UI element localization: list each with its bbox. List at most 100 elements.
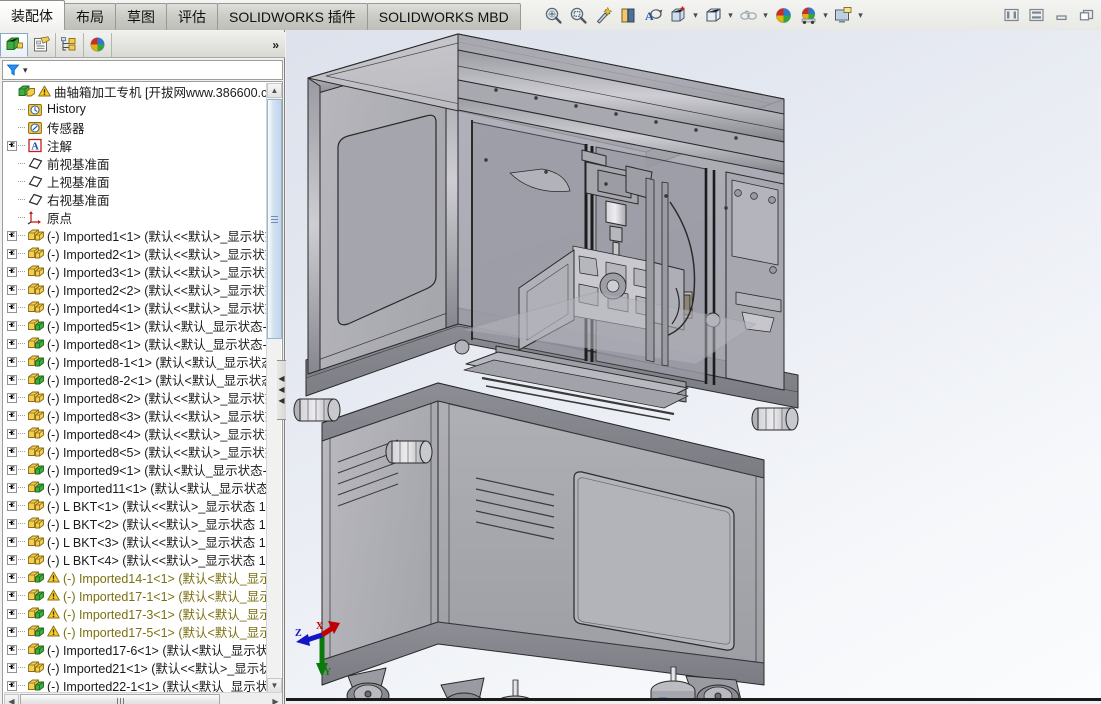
feature-tree-item[interactable]: (-) Imported8<2> (默认<<默认>_显示状态 xyxy=(3,388,268,406)
vertical-scrollbar-thumb[interactable] xyxy=(267,99,282,339)
feature-tree-item[interactable]: A注解 xyxy=(3,136,268,154)
feature-tree-item[interactable]: 右视基准面 xyxy=(3,190,268,208)
feature-tree-item[interactable]: 上视基准面 xyxy=(3,172,268,190)
tree-expand-toggle-icon[interactable] xyxy=(5,550,18,568)
tree-expand-toggle-icon[interactable] xyxy=(5,460,18,478)
feature-tree-item[interactable]: (-) Imported21<1> (默认<<默认>_显示状 xyxy=(3,658,268,676)
viewport-layout-caret-icon[interactable] xyxy=(856,4,865,26)
view-orientation-icon[interactable]: A xyxy=(641,3,666,27)
zoom-to-area-icon[interactable] xyxy=(566,3,591,27)
tree-expand-toggle-icon[interactable] xyxy=(5,586,18,604)
scroll-left-arrow-icon[interactable]: ◀ xyxy=(4,694,19,704)
tree-expand-toggle-icon[interactable] xyxy=(5,136,18,154)
filter-funnel-icon[interactable] xyxy=(6,63,20,77)
edit-appearance-caret-icon[interactable] xyxy=(761,4,770,26)
tree-expand-toggle-icon[interactable] xyxy=(5,316,18,334)
tab-solidworks-mbd[interactable]: SOLIDWORKS MBD xyxy=(367,3,521,30)
tree-expand-toggle-icon[interactable] xyxy=(5,622,18,640)
hide-show-items-caret-icon[interactable] xyxy=(726,4,735,26)
feature-tree-item[interactable]: (-) Imported17-1<1> (默认<默认_显示 xyxy=(3,586,268,604)
feature-tree-item[interactable]: (-) Imported17-3<1> (默认<默认_显示 xyxy=(3,604,268,622)
feature-tree-item[interactable]: 前视基准面 xyxy=(3,154,268,172)
feature-tree-item[interactable]: (-) L BKT<2> (默认<<默认>_显示状态 1>) xyxy=(3,514,268,532)
feature-tree-item[interactable]: (-) L BKT<3> (默认<<默认>_显示状态 1>) xyxy=(3,532,268,550)
property-manager-tab[interactable] xyxy=(28,33,56,57)
tree-expand-toggle-icon[interactable] xyxy=(5,244,18,262)
feature-tree-item[interactable]: (-) Imported2<1> (默认<<默认>_显示状态 xyxy=(3,244,268,262)
tab-layout[interactable]: 布局 xyxy=(64,3,116,30)
tree-expand-toggle-icon[interactable] xyxy=(5,388,18,406)
feature-tree-item[interactable]: (-) L BKT<1> (默认<<默认>_显示状态 1>) xyxy=(3,496,268,514)
feature-tree-item[interactable]: (-) Imported17-6<1> (默认<默认_显示状态 xyxy=(3,640,268,658)
display-style-caret-icon[interactable] xyxy=(691,4,700,26)
view-settings-icon[interactable] xyxy=(796,3,821,27)
feature-tree-item[interactable]: 原点 xyxy=(3,208,268,226)
apply-scene-icon[interactable] xyxy=(771,3,796,27)
scroll-up-arrow-icon[interactable]: ▲ xyxy=(267,83,282,98)
tab-sketch[interactable]: 草图 xyxy=(115,3,167,30)
tree-expand-toggle-icon[interactable] xyxy=(5,496,18,514)
tree-expand-toggle-icon[interactable] xyxy=(5,262,18,280)
viewport-layout-icon[interactable] xyxy=(831,3,856,27)
tree-expand-toggle-icon[interactable] xyxy=(5,370,18,388)
configuration-manager-tab[interactable] xyxy=(56,33,84,57)
feature-tree-item[interactable]: (-) Imported17-5<1> (默认<默认_显示 xyxy=(3,622,268,640)
tile-vertical-icon[interactable] xyxy=(1025,5,1047,25)
tree-expand-toggle-icon[interactable] xyxy=(5,280,18,298)
scroll-right-arrow-icon[interactable]: ▶ xyxy=(268,694,283,704)
feature-tree-item[interactable]: 传感器 xyxy=(3,118,268,136)
tab-assembly[interactable]: 装配体 xyxy=(0,0,65,30)
tree-expand-toggle-icon[interactable] xyxy=(5,406,18,424)
display-manager-tab[interactable] xyxy=(84,33,112,57)
feature-tree-item[interactable]: (-) Imported8<5> (默认<<默认>_显示状态 xyxy=(3,442,268,460)
feature-tree-item[interactable]: (-) Imported9<1> (默认<默认_显示状态-1 xyxy=(3,460,268,478)
feature-tree-item[interactable]: (-) Imported8-2<1> (默认<默认_显示状态 xyxy=(3,370,268,388)
feature-tree[interactable]: 曲轴箱加工专机 [开拔网www.386600.com] History 传感器 … xyxy=(2,81,283,704)
tree-expand-toggle-icon[interactable] xyxy=(5,298,18,316)
hide-show-items-icon[interactable] xyxy=(701,3,726,27)
panel-tab-overflow[interactable]: » xyxy=(112,33,285,57)
feature-tree-item[interactable]: (-) Imported1<1> (默认<<默认>_显示状态 xyxy=(3,226,268,244)
feature-tree-item[interactable]: 曲轴箱加工专机 [开拔网www.386600.com] xyxy=(3,82,268,100)
filter-dropdown-arrow-icon[interactable]: ▾ xyxy=(23,65,28,76)
tree-expand-toggle-icon[interactable] xyxy=(5,226,18,244)
display-style-icon[interactable] xyxy=(666,3,691,27)
restore-icon[interactable] xyxy=(1075,5,1097,25)
tree-expand-toggle-icon[interactable] xyxy=(5,352,18,370)
feature-tree-item[interactable]: (-) Imported4<1> (默认<<默认>_显示状态 xyxy=(3,298,268,316)
minimize-icon[interactable] xyxy=(1050,5,1072,25)
feature-tree-item[interactable]: (-) Imported8<4> (默认<<默认>_显示状态 xyxy=(3,424,268,442)
feature-tree-item[interactable]: (-) Imported11<1> (默认<默认_显示状态- xyxy=(3,478,268,496)
feature-tree-item[interactable]: (-) Imported8-1<1> (默认<默认_显示状态 xyxy=(3,352,268,370)
horizontal-scrollbar-thumb[interactable] xyxy=(20,694,220,704)
feature-tree-item[interactable]: (-) Imported8<1> (默认<默认_显示状态-1 xyxy=(3,334,268,352)
tree-expand-toggle-icon[interactable] xyxy=(5,334,18,352)
feature-tree-filter-bar[interactable]: ▾ xyxy=(2,60,283,80)
feature-tree-item[interactable]: History xyxy=(3,100,268,118)
graphics-viewport[interactable]: X Z Y xyxy=(286,30,1101,701)
tree-expand-toggle-icon[interactable] xyxy=(5,568,18,586)
tree-expand-toggle-icon[interactable] xyxy=(5,514,18,532)
feature-tree-item[interactable]: (-) Imported2<2> (默认<<默认>_显示状态 xyxy=(3,280,268,298)
feature-manager-tab[interactable] xyxy=(0,33,28,57)
tree-expand-toggle-icon[interactable] xyxy=(5,478,18,496)
view-settings-caret-icon[interactable] xyxy=(821,4,830,26)
tree-expand-toggle-icon[interactable] xyxy=(5,604,18,622)
tree-expand-toggle-icon[interactable] xyxy=(5,658,18,676)
section-view-icon[interactable] xyxy=(616,3,641,27)
tree-expand-toggle-icon[interactable] xyxy=(5,532,18,550)
tab-evaluate[interactable]: 评估 xyxy=(166,3,218,30)
tree-expand-toggle-icon[interactable] xyxy=(5,424,18,442)
tree-expand-toggle-icon[interactable] xyxy=(5,442,18,460)
feature-tree-item[interactable]: (-) Imported8<3> (默认<<默认>_显示状态 xyxy=(3,406,268,424)
feature-tree-horizontal-scrollbar[interactable]: ◀ ▶ xyxy=(4,692,283,704)
feature-tree-item[interactable]: (-) Imported5<1> (默认<默认_显示状态-1 xyxy=(3,316,268,334)
tree-expand-toggle-icon[interactable] xyxy=(5,640,18,658)
feature-tree-item[interactable]: (-) L BKT<4> (默认<<默认>_显示状态 1>) xyxy=(3,550,268,568)
edit-appearance-icon[interactable] xyxy=(736,3,761,27)
zoom-to-fit-icon[interactable] xyxy=(541,3,566,27)
feature-tree-item[interactable]: (-) Imported3<1> (默认<<默认>_显示状态 xyxy=(3,262,268,280)
feature-tree-item[interactable]: (-) Imported14-1<1> (默认<默认_显示 xyxy=(3,568,268,586)
scroll-down-arrow-icon[interactable]: ▼ xyxy=(267,678,282,693)
zoom-to-selection-icon[interactable] xyxy=(591,3,616,27)
